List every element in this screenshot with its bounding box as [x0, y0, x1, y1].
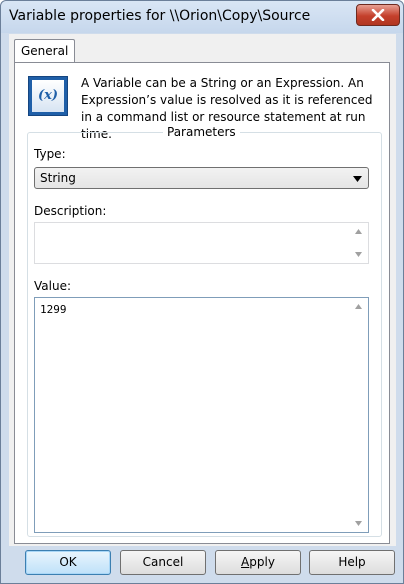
tab-general-label: General	[21, 44, 69, 58]
ok-button[interactable]: OK	[25, 550, 111, 575]
description-label: Description:	[34, 204, 107, 218]
scroll-down-icon[interactable]	[355, 252, 362, 257]
chevron-down-icon	[353, 176, 362, 182]
description-scrollbar[interactable]	[351, 223, 368, 263]
tab-general[interactable]: General	[14, 39, 75, 63]
value-field[interactable]: 1299	[34, 297, 369, 533]
close-button[interactable]	[356, 4, 400, 26]
description-field[interactable]	[34, 222, 369, 264]
variable-icon-glyph: (x)	[32, 80, 64, 112]
scroll-up-icon[interactable]	[355, 304, 362, 309]
dialog-client: General (x) A Variable can be a String o…	[9, 34, 396, 575]
apply-button[interactable]: Apply	[215, 550, 301, 575]
value-label: Value:	[34, 279, 71, 293]
type-select-value: String	[40, 171, 76, 185]
parameters-legend: Parameters	[163, 125, 240, 139]
value-text: 1299	[40, 303, 67, 316]
apply-label-rest: pply	[249, 555, 275, 569]
window-title: Variable properties for \\Orion\Copy\Sou…	[9, 8, 311, 24]
type-label: Type:	[34, 147, 66, 161]
help-button[interactable]: Help	[309, 550, 395, 575]
dialog-window: Variable properties for \\Orion\Copy\Sou…	[0, 0, 404, 584]
value-scrollbar[interactable]	[351, 298, 368, 532]
scroll-down-icon[interactable]	[355, 521, 362, 526]
type-select[interactable]: String	[34, 167, 369, 189]
tab-panel-general: (x) A Variable can be a String or an Exp…	[14, 62, 390, 544]
cancel-button[interactable]: Cancel	[120, 550, 206, 575]
title-bar[interactable]: Variable properties for \\Orion\Copy\Sou…	[1, 1, 403, 33]
variable-x-icon: (x)	[28, 76, 68, 116]
close-icon	[371, 9, 385, 21]
scroll-up-icon[interactable]	[355, 229, 362, 234]
